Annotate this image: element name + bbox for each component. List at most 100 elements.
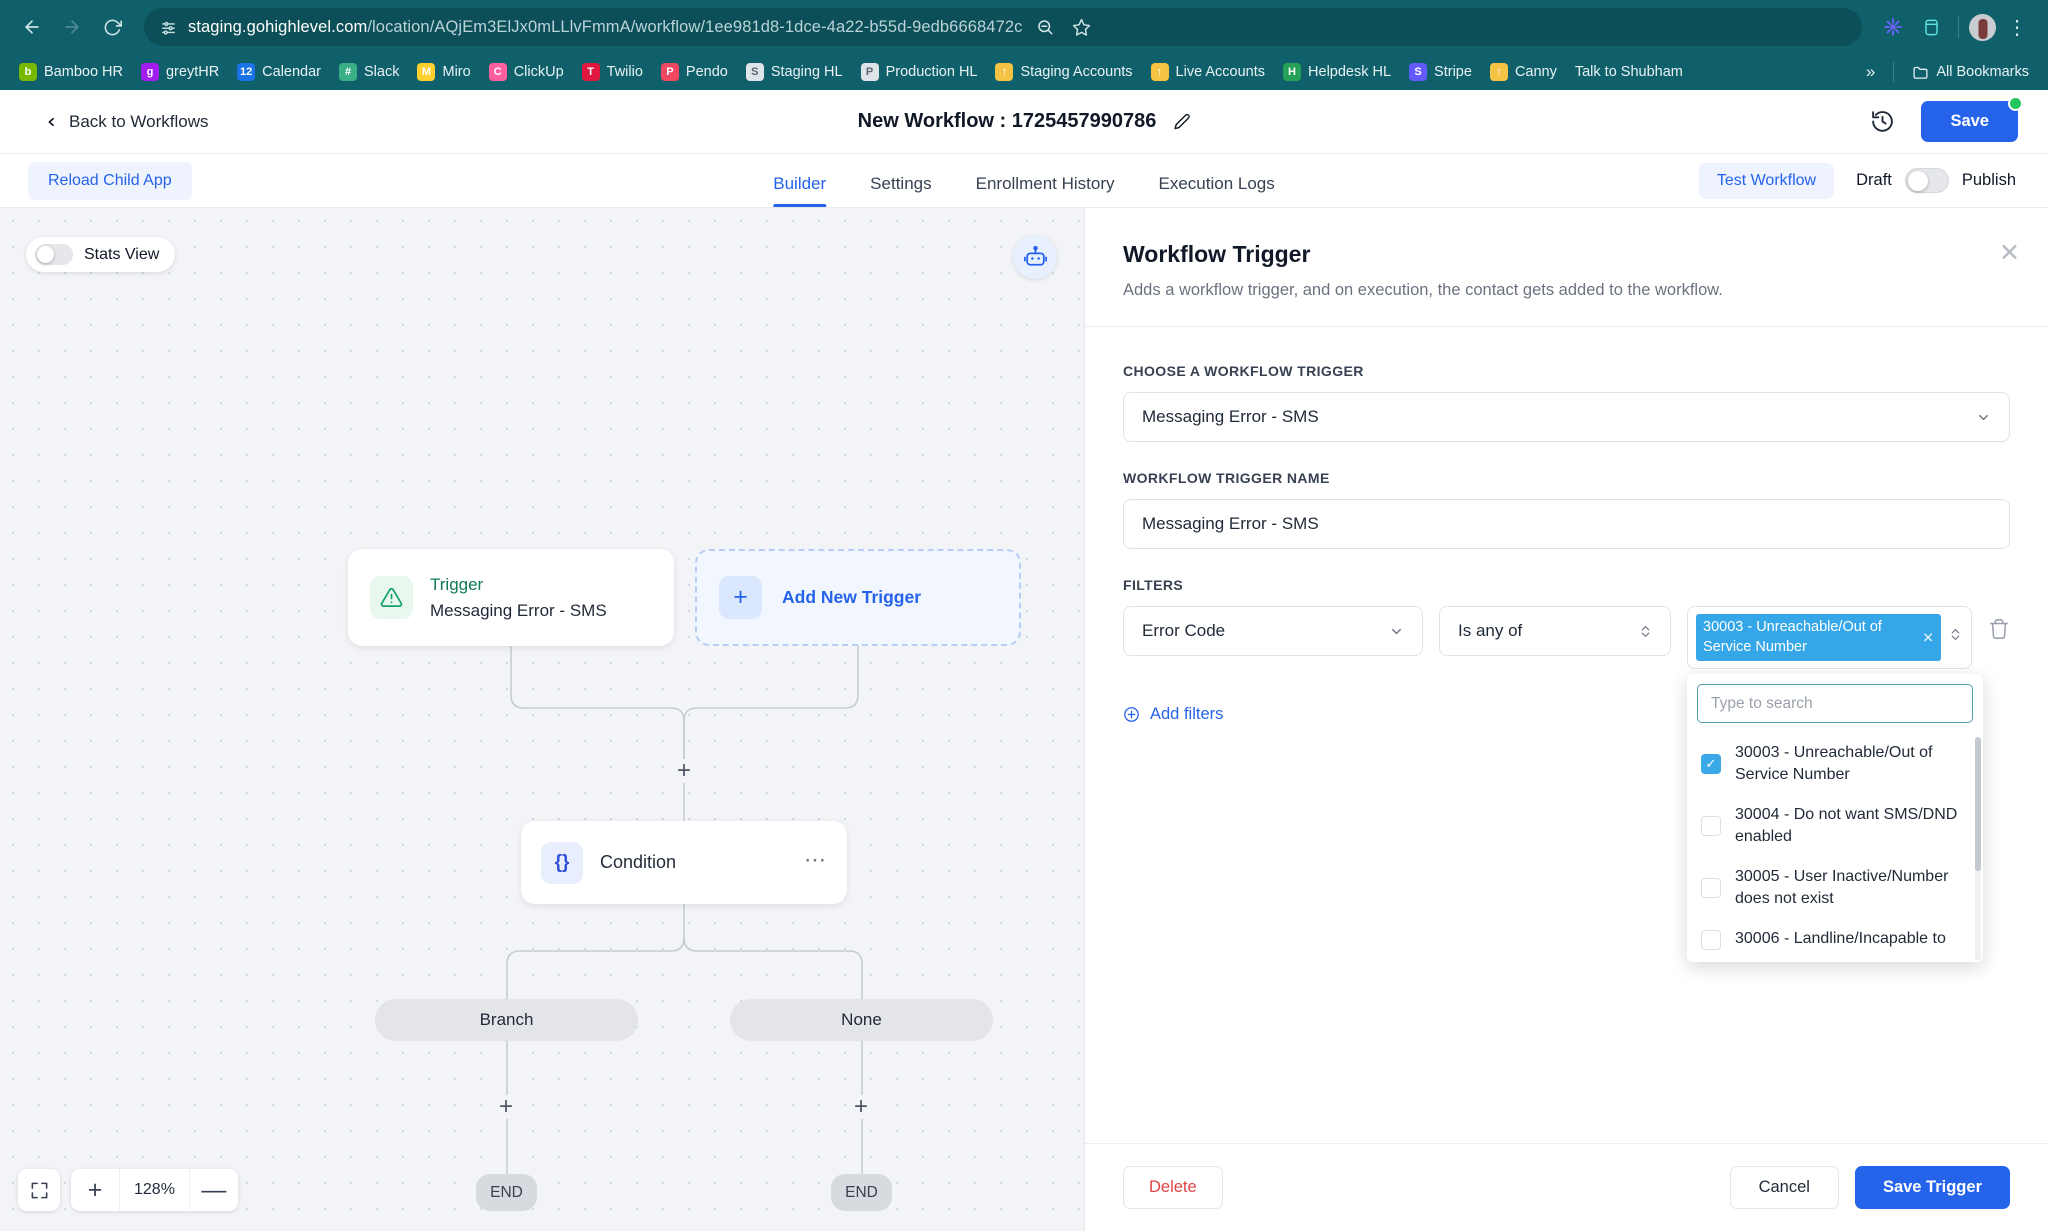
- chevron-updown-icon[interactable]: [1949, 625, 1962, 644]
- zoom-out-button[interactable]: —: [190, 1169, 238, 1211]
- selected-value-chip[interactable]: 30003 - Unreachable/Out of Service Numbe…: [1696, 614, 1941, 661]
- bookmark-item[interactable]: HHelpdesk HL: [1274, 59, 1400, 85]
- bookmark-item[interactable]: 12Calendar: [228, 59, 330, 85]
- filter-operator-select[interactable]: Is any of: [1439, 606, 1671, 656]
- add-step-plus-icon[interactable]: +: [672, 759, 696, 783]
- all-bookmarks-button[interactable]: All Bookmarks: [1902, 59, 2038, 85]
- extensions-icon[interactable]: [1914, 10, 1948, 44]
- branch-pill-none[interactable]: None: [730, 999, 993, 1041]
- pencil-edit-icon[interactable]: [1173, 113, 1190, 130]
- bookmark-favicon: b: [19, 63, 37, 81]
- save-trigger-button[interactable]: Save Trigger: [1855, 1166, 2010, 1209]
- bookmark-label: Twilio: [607, 64, 643, 80]
- ai-assistant-robot-icon[interactable]: [1013, 235, 1057, 279]
- dropdown-option-label: 30004 - Do not want SMS/DND enabled: [1735, 804, 1967, 848]
- filter-field-select[interactable]: Error Code: [1123, 606, 1423, 656]
- zoom-level-label[interactable]: 128%: [119, 1169, 190, 1211]
- bookmark-label: Staging HL: [771, 64, 843, 80]
- stats-view-toggle[interactable]: Stats View: [26, 237, 175, 272]
- dropdown-option[interactable]: 30004 - Do not want SMS/DND enabled: [1687, 795, 1973, 857]
- chevron-down-icon: [1976, 410, 1991, 425]
- avatar[interactable]: [1969, 14, 1996, 41]
- delete-filter-trash-icon[interactable]: [1988, 618, 2010, 640]
- cancel-button[interactable]: Cancel: [1730, 1166, 1839, 1209]
- checkbox-icon[interactable]: [1701, 816, 1721, 836]
- selected-value-chip-label: 30003 - Unreachable/Out of Service Numbe…: [1703, 619, 1882, 655]
- delete-button[interactable]: Delete: [1123, 1166, 1223, 1209]
- tab-settings[interactable]: Settings: [870, 158, 931, 207]
- choose-trigger-label: CHOOSE A WORKFLOW TRIGGER: [1123, 363, 2010, 379]
- condition-node[interactable]: {} Condition ⋯: [521, 821, 847, 904]
- tab-execution-logs[interactable]: Execution Logs: [1158, 158, 1274, 207]
- checkbox-icon[interactable]: [1701, 930, 1721, 950]
- back-arrow-icon[interactable]: [14, 9, 50, 45]
- main-area: Stats View: [0, 208, 2048, 1231]
- workflow-canvas[interactable]: Stats View: [0, 208, 1085, 1231]
- bookmark-favicon: P: [861, 63, 879, 81]
- bookmark-label: greytHR: [166, 64, 219, 80]
- bookmark-label: Talk to Shubham: [1575, 64, 1683, 80]
- address-bar[interactable]: staging.gohighlevel.com/location/AQjEm3E…: [144, 8, 1862, 46]
- reload-icon[interactable]: [94, 9, 130, 45]
- bookmark-item[interactable]: #Slack: [330, 59, 408, 85]
- bookmark-item[interactable]: Talk to Shubham: [1566, 60, 1692, 84]
- filters-section: FILTERS Error Code Is any of: [1123, 577, 2010, 724]
- chrome-menu-icon[interactable]: ⋮: [2000, 10, 2034, 44]
- bookmark-item[interactable]: CClickUp: [480, 59, 573, 85]
- reload-child-app-button[interactable]: Reload Child App: [28, 162, 192, 200]
- dropdown-option[interactable]: 30006 - Landline/Incapable to: [1687, 919, 1973, 959]
- choose-trigger-select[interactable]: Messaging Error - SMS: [1123, 392, 2010, 442]
- close-icon[interactable]: ✕: [1999, 241, 2020, 266]
- add-step-plus-icon-none[interactable]: +: [849, 1095, 873, 1119]
- tabs: Builder Settings Enrollment History Executi…: [773, 154, 1274, 207]
- bookmark-item[interactable]: MMiro: [408, 59, 479, 85]
- add-new-trigger-button[interactable]: + Add New Trigger: [695, 549, 1021, 646]
- trigger-node[interactable]: Trigger Messaging Error - SMS: [348, 549, 674, 646]
- bookmark-item[interactable]: ↑Live Accounts: [1142, 59, 1274, 85]
- extension-puzzle-icon[interactable]: [1876, 10, 1910, 44]
- zoom-in-button[interactable]: +: [71, 1169, 119, 1211]
- branch-pill-branch[interactable]: Branch: [375, 999, 638, 1041]
- bookmark-item[interactable]: ↑Canny: [1481, 59, 1566, 85]
- add-step-plus-icon-branch[interactable]: +: [494, 1095, 518, 1119]
- trigger-name-input[interactable]: Messaging Error - SMS: [1123, 499, 2010, 549]
- add-filters-button[interactable]: Add filters: [1123, 705, 1223, 724]
- unsaved-changes-dot: [2008, 96, 2023, 111]
- dropdown-option[interactable]: 30005 - User Inactive/Number does not ex…: [1687, 857, 1973, 919]
- bookmark-item[interactable]: SStripe: [1400, 59, 1481, 85]
- bookmark-item[interactable]: ↑Staging Accounts: [986, 59, 1141, 85]
- bookmark-item[interactable]: SStaging HL: [737, 59, 852, 85]
- bookmark-item[interactable]: PPendo: [652, 59, 737, 85]
- stats-view-switch[interactable]: [35, 244, 73, 265]
- fit-to-screen-icon[interactable]: [18, 1169, 60, 1211]
- filter-value-multiselect[interactable]: 30003 - Unreachable/Out of Service Numbe…: [1687, 606, 1972, 669]
- bookmark-item[interactable]: b Bamboo HR: [10, 59, 132, 85]
- bookmarks-overflow-icon[interactable]: »: [1856, 58, 1885, 86]
- dropdown-option[interactable]: ✓30003 - Unreachable/Out of Service Numb…: [1687, 733, 1973, 795]
- bookmark-item[interactable]: ggreytHR: [132, 59, 228, 85]
- test-workflow-button[interactable]: Test Workflow: [1699, 163, 1834, 199]
- zoom-out-indicator-icon[interactable]: [1032, 14, 1058, 40]
- tab-enrollment-history[interactable]: Enrollment History: [976, 158, 1115, 207]
- history-clock-icon[interactable]: [1870, 109, 1895, 134]
- scrollbar-thumb[interactable]: [1975, 737, 1981, 871]
- dropdown-options-list[interactable]: ✓30003 - Unreachable/Out of Service Numb…: [1687, 733, 1983, 960]
- publish-toggle[interactable]: [1905, 168, 1949, 193]
- checkbox-icon[interactable]: [1701, 878, 1721, 898]
- filter-operator-value: Is any of: [1458, 621, 1522, 641]
- back-to-workflows-link[interactable]: Back to Workflows: [0, 112, 209, 132]
- site-settings-icon[interactable]: [158, 17, 178, 37]
- bookmark-favicon: 12: [237, 63, 255, 81]
- forward-arrow-icon[interactable]: [54, 9, 90, 45]
- condition-node-menu-icon[interactable]: ⋯: [804, 855, 827, 871]
- bookmark-item[interactable]: PProduction HL: [852, 59, 987, 85]
- bookmark-item[interactable]: TTwilio: [573, 59, 652, 85]
- trigger-node-label: Trigger: [430, 572, 607, 598]
- save-button[interactable]: Save: [1921, 101, 2018, 142]
- search-input[interactable]: [1697, 684, 1973, 723]
- bookmark-star-icon[interactable]: [1068, 14, 1094, 40]
- bookmark-label: Bamboo HR: [44, 64, 123, 80]
- checkbox-checked-icon[interactable]: ✓: [1701, 754, 1721, 774]
- tab-builder[interactable]: Builder: [773, 158, 826, 207]
- remove-chip-icon[interactable]: ✕: [1922, 628, 1934, 647]
